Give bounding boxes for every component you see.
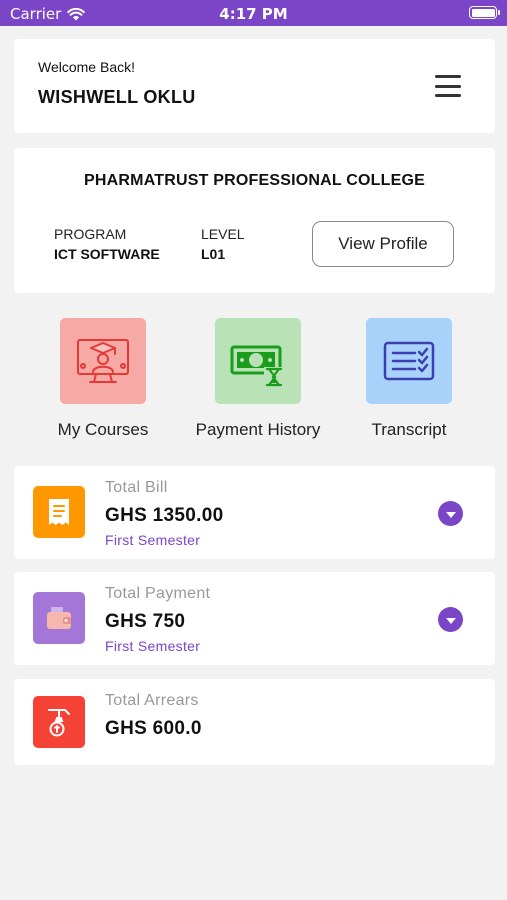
clock: 4:17 PM bbox=[219, 5, 288, 23]
coin-icon bbox=[48, 709, 70, 737]
total-bill-semester: First Semester bbox=[105, 532, 201, 548]
receipt-icon bbox=[49, 499, 69, 525]
online-course-icon bbox=[77, 339, 129, 383]
total-payment-amount: GHS 750 bbox=[105, 611, 186, 632]
checklist-icon bbox=[383, 341, 435, 381]
my-courses-button[interactable]: My Courses bbox=[28, 318, 178, 440]
welcome-greeting: Welcome Back! bbox=[38, 59, 135, 75]
program-label: PROGRAM bbox=[54, 226, 127, 242]
total-bill-amount: GHS 1350.00 bbox=[105, 505, 224, 526]
hamburger-menu-icon[interactable] bbox=[435, 75, 461, 97]
user-name: WISHWELL OKLU bbox=[38, 87, 196, 107]
battery-icon bbox=[469, 6, 500, 19]
money-hourglass-icon bbox=[230, 345, 284, 387]
total-payment-semester: First Semester bbox=[105, 638, 201, 654]
payment-history-tile bbox=[215, 318, 301, 404]
welcome-card: Welcome Back! WISHWELL OKLU bbox=[14, 39, 495, 133]
transcript-button[interactable]: Transcript bbox=[334, 318, 484, 440]
total-bill-icon-tile bbox=[33, 486, 85, 538]
total-arrears-title: Total Arrears bbox=[105, 692, 199, 709]
payment-history-label: Payment History bbox=[195, 420, 321, 439]
total-payment-icon-tile bbox=[33, 592, 85, 644]
payment-history-button[interactable]: Payment History bbox=[183, 318, 333, 440]
total-payment-card[interactable]: Total Payment GHS 750 First Semester bbox=[14, 572, 495, 665]
college-card: PHARMATRUST PROFESSIONAL COLLEGE PROGRAM… bbox=[14, 148, 495, 293]
total-bill-title: Total Bill bbox=[105, 479, 168, 496]
total-arrears-card: Total Arrears GHS 600.0 bbox=[14, 679, 495, 765]
level-value: L01 bbox=[201, 246, 226, 262]
total-payment-title: Total Payment bbox=[105, 585, 211, 602]
level-label: LEVEL bbox=[201, 226, 245, 242]
total-bill-card[interactable]: Total Bill GHS 1350.00 First Semester bbox=[14, 466, 495, 559]
status-bar: Carrier 4:17 PM bbox=[0, 0, 507, 26]
transcript-tile bbox=[366, 318, 452, 404]
total-arrears-amount: GHS 600.0 bbox=[105, 718, 202, 739]
my-courses-tile bbox=[60, 318, 146, 404]
college-name: PHARMATRUST PROFESSIONAL COLLEGE bbox=[84, 172, 425, 189]
wallet-icon bbox=[47, 607, 71, 629]
total-arrears-icon-tile bbox=[33, 696, 85, 748]
program-value: ICT SOFTWARE bbox=[54, 246, 160, 262]
transcript-label: Transcript bbox=[371, 420, 447, 439]
total-bill-expand-icon[interactable] bbox=[438, 501, 463, 526]
view-profile-button[interactable]: View Profile bbox=[312, 221, 454, 267]
total-payment-expand-icon[interactable] bbox=[438, 607, 463, 632]
my-courses-label: My Courses bbox=[57, 420, 149, 439]
